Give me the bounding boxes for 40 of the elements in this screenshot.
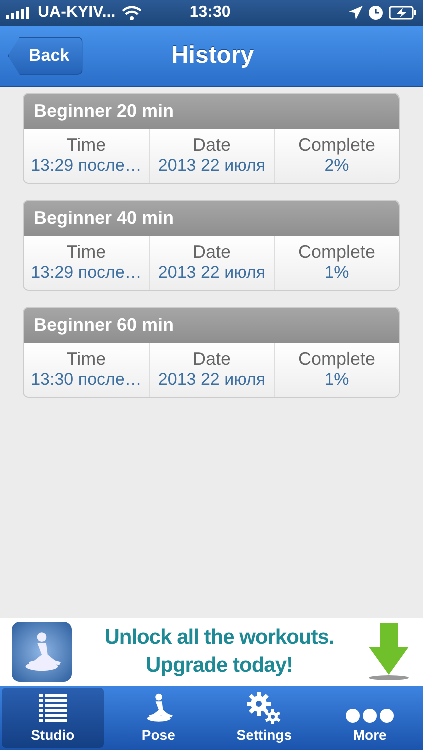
session-title: Beginner 60 min (24, 308, 399, 343)
column-value: 2% (324, 156, 350, 176)
list-icon (38, 694, 67, 724)
more-icon (345, 708, 396, 724)
settings-icon (247, 692, 282, 724)
column-value: 1% (324, 370, 350, 390)
column-value: 13:29 после… (31, 263, 142, 283)
column-label: Complete (298, 135, 376, 156)
column-label: Complete (298, 349, 376, 370)
session-title: Beginner 20 min (24, 94, 399, 129)
column-value: 2013 22 июля (158, 263, 266, 283)
column-label: Complete (298, 242, 376, 263)
column-label: Date (192, 242, 232, 263)
tab-item[interactable]: Settings (214, 688, 316, 748)
signal-icon (6, 7, 32, 19)
column-value: 1% (324, 263, 350, 283)
screen-title: History (170, 42, 256, 70)
column-label: Time (66, 242, 106, 263)
session-title: Beginner 40 min (24, 201, 399, 236)
tab-item[interactable]: Pose (108, 688, 210, 748)
column-label: Date (192, 135, 232, 156)
alarm-icon (369, 6, 383, 20)
column-label: Time (66, 135, 106, 156)
tab-item[interactable]: Studio (2, 688, 104, 748)
ad-text: Upgrade today! (146, 653, 293, 679)
column-value: 13:30 после… (31, 370, 142, 390)
tab-item[interactable]: More (319, 688, 421, 748)
column-value: 2013 22 июля (158, 370, 266, 390)
location-icon (349, 6, 363, 20)
ad-text: Unlock all the workouts. (104, 625, 334, 651)
column-label: Time (66, 349, 106, 370)
column-value: 2013 22 июля (158, 156, 266, 176)
wifi-icon (122, 6, 142, 20)
clock-time: 13:30 (188, 4, 232, 22)
download-arrow-icon (367, 623, 411, 681)
back-button[interactable]: Back (8, 37, 83, 75)
column-value: 13:29 после… (31, 156, 142, 176)
carrier-name: UA-KYIV... (38, 4, 116, 22)
battery-icon (389, 6, 417, 20)
column-label: Date (192, 349, 232, 370)
